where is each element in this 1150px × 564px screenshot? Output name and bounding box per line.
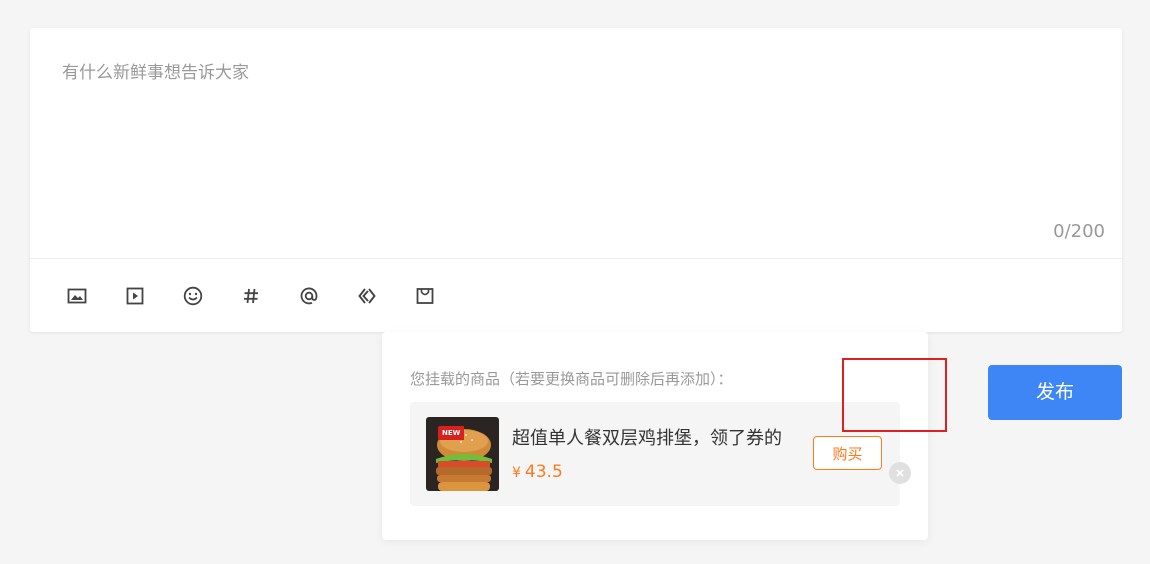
product-thumbnail: NEW (426, 417, 499, 491)
emoji-button[interactable] (178, 281, 208, 311)
close-icon (896, 469, 904, 477)
video-icon (126, 287, 144, 305)
product-popup: 您挂载的商品（若要更换商品可删除后再添加）： NEW 超值单人餐双层鸡排堡，领了… (382, 332, 928, 540)
char-counter: 0/200 (1053, 221, 1105, 242)
mention-button[interactable] (294, 281, 324, 311)
remove-product-button[interactable] (889, 462, 911, 484)
divider (30, 258, 1122, 259)
post-composer: 0/200 (30, 28, 1122, 332)
post-text-input[interactable] (62, 58, 1082, 208)
image-button[interactable] (62, 281, 92, 311)
product-price: ¥43.5 (512, 462, 563, 482)
code-icon (358, 288, 376, 304)
video-button[interactable] (120, 281, 150, 311)
buy-button[interactable]: 购买 (813, 436, 882, 470)
product-card[interactable]: NEW 超值单人餐双层鸡排堡，领了券的 ¥43.5 购买 (410, 402, 911, 506)
product-button[interactable] (410, 281, 440, 311)
product-name: 超值单人餐双层鸡排堡，领了券的 (512, 428, 782, 449)
currency-symbol: ¥ (512, 465, 521, 481)
popup-title: 您挂载的商品（若要更换商品可删除后再添加）： (410, 370, 733, 388)
hashtag-button[interactable] (236, 281, 266, 311)
composer-toolbar (62, 281, 468, 311)
hashtag-icon (244, 288, 258, 304)
image-icon (67, 288, 87, 304)
publish-button[interactable]: 发布 (988, 365, 1122, 420)
code-button[interactable] (352, 281, 382, 311)
price-value: 43.5 (524, 462, 563, 482)
new-badge: NEW (442, 429, 461, 437)
shopping-bag-icon (416, 288, 434, 304)
emoji-icon (183, 286, 203, 306)
mention-icon (300, 287, 318, 305)
